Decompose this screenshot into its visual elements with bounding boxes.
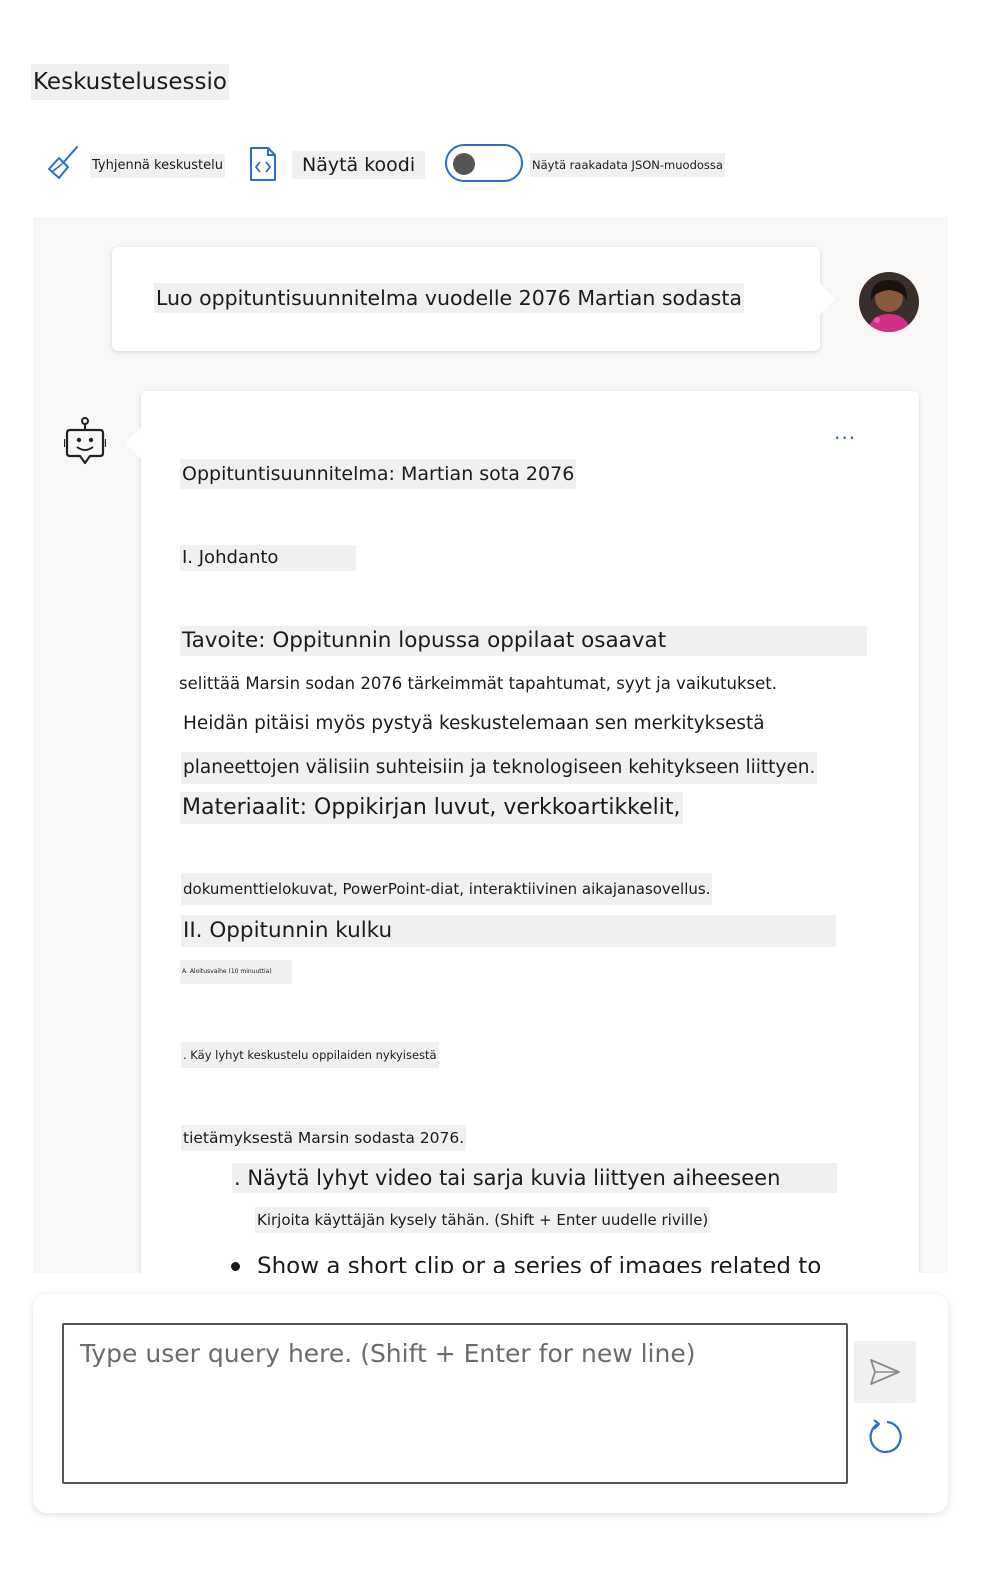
show-code-button[interactable]: Näytä koodi <box>292 151 426 179</box>
response-line: Tavoite: Oppitunnin lopussa oppilaat osa… <box>180 626 867 656</box>
send-button[interactable] <box>854 1341 916 1403</box>
more-options-icon[interactable]: ... <box>834 422 856 442</box>
response-line: A. Aloitusvaihe (10 minuuttia) <box>180 960 292 984</box>
response-line: tietämyksestä Marsin sodasta 2076. <box>181 1125 467 1151</box>
response-line: Heidän pitäisi myös pystyä keskustelemaa… <box>183 713 765 734</box>
response-line: Oppituntisuunnitelma: Martian sota 2076 <box>180 459 577 489</box>
json-toggle-label: Näytä raakadata JSON-muodossa <box>530 153 725 177</box>
broom-icon[interactable] <box>46 144 82 182</box>
response-line: I. Johdanto <box>180 545 356 571</box>
response-line: II. Oppitunnin kulku <box>181 915 836 947</box>
bullet-text: Show a short clip or a series of images … <box>257 1253 822 1274</box>
response-line: Materiaalit: Oppikirjan luvut, verkkoart… <box>180 792 683 824</box>
response-line: . Näytä lyhyt video tai sarja kuvia liit… <box>232 1163 837 1193</box>
chat-area[interactable]: Luo oppituntisuunnitelma vuodelle 2076 M… <box>33 217 948 1273</box>
user-message-text: Luo oppituntisuunnitelma vuodelle 2076 M… <box>154 283 744 313</box>
clear-chat-button[interactable]: Tyhjennä keskustelu <box>90 154 225 178</box>
bullet-dot <box>231 1262 240 1271</box>
query-input[interactable] <box>62 1323 848 1484</box>
response-line: dokumenttielokuvat, PowerPoint-diat, int… <box>181 873 713 905</box>
composer <box>33 1294 948 1513</box>
response-line: selittää Marsin sodan 2076 tärkeimmät ta… <box>179 674 777 693</box>
bot-icon <box>64 417 106 465</box>
response-line: planeettojen välisiin suhteisiin ja tekn… <box>181 752 818 784</box>
toggle-knob <box>453 153 475 175</box>
send-icon <box>870 1359 900 1385</box>
page-title: Keskustelusessio <box>31 64 229 100</box>
refresh-icon[interactable] <box>865 1417 905 1457</box>
user-message-bubble: Luo oppituntisuunnitelma vuodelle 2076 M… <box>112 247 820 351</box>
response-bullet: Show a short clip or a series of images … <box>229 1249 823 1273</box>
code-file-icon[interactable] <box>248 146 278 182</box>
response-line: Kirjoita käyttäjän kysely tähän. (Shift … <box>255 1207 711 1233</box>
json-toggle[interactable] <box>445 144 523 182</box>
response-line: . Käy lyhyt keskustelu oppilaiden nykyis… <box>181 1042 439 1068</box>
user-avatar <box>859 272 919 332</box>
